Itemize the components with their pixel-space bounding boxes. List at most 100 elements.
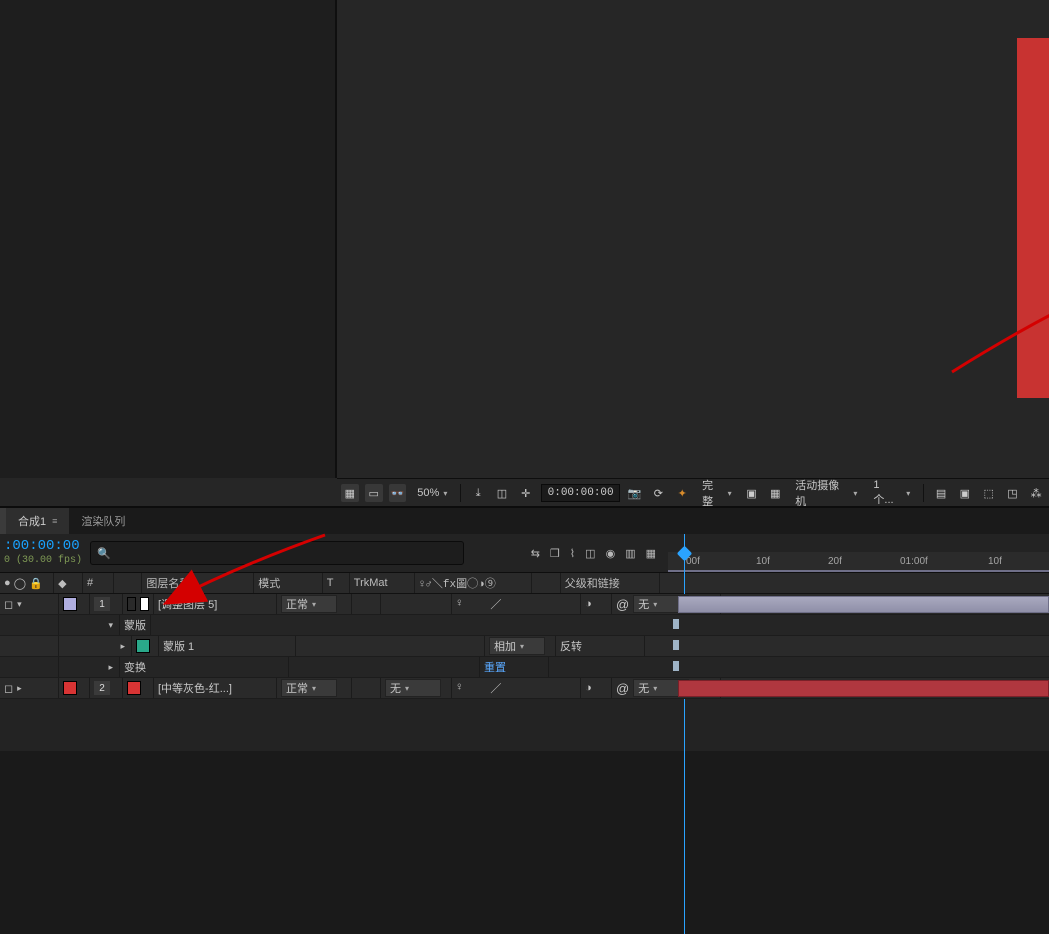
comp-flowchart-icon[interactable]: ⇆ bbox=[531, 547, 540, 560]
draft3d-icon[interactable]: ❒ bbox=[550, 547, 560, 560]
inherit-icon[interactable]: ◑ bbox=[585, 598, 592, 610]
mask-visibility-icon[interactable]: 👓 bbox=[389, 484, 407, 502]
mask-invert-label[interactable]: 反转 bbox=[560, 638, 582, 654]
ruler-tick: 01:00f bbox=[900, 556, 928, 567]
pixel-aspect-icon[interactable]: ▤ bbox=[932, 484, 950, 502]
fast-draft-icon[interactable]: ▣ bbox=[956, 484, 974, 502]
label-color[interactable] bbox=[63, 597, 77, 611]
reset-link[interactable]: 重置 bbox=[484, 659, 506, 675]
layer-index: 2 bbox=[94, 681, 110, 695]
time-ruler[interactable]: 00f 10f 20f 01:00f 10f bbox=[668, 552, 1049, 572]
switch-shy[interactable]: ♀ bbox=[456, 598, 463, 610]
camera-dropdown[interactable]: 活动摄像机 ▾ bbox=[790, 482, 862, 504]
time-ruler-area[interactable]: 00f 10f 20f 01:00f 10f bbox=[668, 534, 1049, 572]
twirl-icon[interactable]: ▸ bbox=[108, 662, 113, 673]
views-value: 1 个... bbox=[873, 479, 902, 507]
ruler-tick: 20f bbox=[828, 556, 842, 567]
composition-canvas[interactable] bbox=[337, 0, 1049, 478]
col-av-toggles[interactable]: ● ◯ 🔒 bbox=[0, 573, 54, 593]
tab-render-queue[interactable]: 渲染队列 bbox=[69, 508, 137, 534]
show-channel-icon[interactable]: ⟳ bbox=[650, 484, 668, 502]
grid-icon[interactable]: ✛ bbox=[517, 484, 535, 502]
twirl-icon[interactable]: ▾ bbox=[108, 620, 113, 631]
graph-editor-icon[interactable]: ▥ bbox=[625, 547, 635, 560]
pickwhip-icon[interactable]: @ bbox=[616, 597, 629, 612]
col-layer-name[interactable]: 图层名称 bbox=[142, 573, 254, 593]
layer-duration-bar[interactable] bbox=[678, 596, 1049, 613]
3d-ground-icon[interactable]: ⬚ bbox=[980, 484, 998, 502]
search-input[interactable] bbox=[117, 545, 457, 562]
col-t[interactable]: T bbox=[323, 573, 350, 593]
blend-mode-dropdown[interactable]: 正常▾ bbox=[281, 679, 337, 697]
layer-row[interactable]: ◻▾ 1 [调整图层 5] 正常▾ ♀ ／ ◑ @ 无▾ bbox=[0, 594, 1049, 615]
visibility-toggle[interactable]: ◻ bbox=[4, 598, 13, 611]
layer-duration-bar[interactable] bbox=[678, 680, 1049, 697]
keyframe-markerbar[interactable] bbox=[673, 661, 679, 671]
camera-value: 活动摄像机 bbox=[795, 477, 849, 509]
tab-menu-icon[interactable]: ≡ bbox=[52, 516, 57, 526]
zoom-value: 50% bbox=[417, 487, 439, 499]
keyframe-markerbar[interactable] bbox=[673, 640, 679, 650]
resolution-down-icon[interactable]: ⤓ bbox=[469, 484, 487, 502]
exposure-icon[interactable]: ⁂ bbox=[1027, 484, 1045, 502]
layer-name[interactable]: [调整图层 5] bbox=[158, 596, 217, 612]
work-area-bar[interactable] bbox=[668, 570, 1049, 572]
layer-row[interactable]: ◻▸ 2 [中等灰色-红...] 正常▾ 无▾ ♀ ／ ◑ @ 无▾ bbox=[0, 678, 1049, 699]
preview-timecode[interactable]: 0:00:00:00 bbox=[541, 484, 620, 502]
layer-track[interactable] bbox=[660, 678, 1049, 698]
resolution-dropdown[interactable]: 完整 ▾ bbox=[697, 482, 737, 504]
frame-blend-icon[interactable]: ◫ bbox=[585, 547, 595, 560]
tab-render-label: 渲染队列 bbox=[81, 513, 125, 529]
current-timecode[interactable]: :00:00:00 bbox=[4, 539, 82, 553]
mask-color-swatch[interactable] bbox=[136, 639, 150, 653]
property-group-row[interactable]: ▸ 变换 重置 bbox=[0, 657, 1049, 678]
fast-preview-icon[interactable]: ▣ bbox=[743, 484, 761, 502]
zoom-dropdown[interactable]: 50% ▾ bbox=[412, 482, 452, 504]
switch-collapse[interactable]: ／ bbox=[490, 680, 501, 696]
mask-row[interactable]: ▸ 蒙版 1 相加▾ 反转 bbox=[0, 636, 1049, 657]
visibility-toggle[interactable]: ◻ bbox=[4, 682, 13, 695]
layer-name[interactable]: [中等灰色-红...] bbox=[158, 680, 232, 696]
mask-mode-dropdown[interactable]: 相加▾ bbox=[489, 637, 545, 655]
label-color[interactable] bbox=[63, 681, 77, 695]
view-layout-dropdown[interactable]: 1 个... ▾ bbox=[868, 482, 915, 504]
chevron-down-icon: ▾ bbox=[728, 489, 732, 498]
col-parent[interactable]: 父级和链接 bbox=[561, 573, 660, 593]
timeline-icon[interactable]: ▦ bbox=[766, 484, 784, 502]
col-trkmat[interactable]: TrkMat bbox=[350, 573, 415, 593]
keyframe-markerbar[interactable] bbox=[673, 619, 679, 629]
pickwhip-icon[interactable]: @ bbox=[616, 681, 629, 696]
col-switches[interactable]: ♀♂＼fx圖◯◑⑨ bbox=[415, 573, 532, 593]
toggle-transparency-icon[interactable]: ▭ bbox=[365, 484, 383, 502]
shy-icon[interactable]: ⌇ bbox=[570, 547, 575, 560]
mask-name[interactable]: 蒙版 1 bbox=[163, 638, 194, 654]
switch-collapse[interactable]: ／ bbox=[490, 596, 501, 612]
property-group-row[interactable]: ▾ 蒙版 bbox=[0, 615, 1049, 636]
col-mode[interactable]: 模式 bbox=[254, 573, 323, 593]
twirl-icon[interactable]: ▸ bbox=[17, 683, 22, 694]
motion-blur-icon[interactable]: ◉ bbox=[606, 547, 616, 560]
inherit-icon[interactable]: ◑ bbox=[585, 682, 592, 694]
renderer-icon[interactable]: ◳ bbox=[1004, 484, 1022, 502]
col-label[interactable]: ◆ bbox=[54, 573, 83, 593]
roi-icon[interactable]: ◫ bbox=[493, 484, 511, 502]
magnify-ratio-icon[interactable]: ▦ bbox=[341, 484, 359, 502]
ruler-tick: 10f bbox=[756, 556, 770, 567]
color-mgmt-icon[interactable]: ✦ bbox=[673, 484, 691, 502]
red-solid-layer[interactable] bbox=[1017, 38, 1049, 398]
twirl-icon[interactable]: ▾ bbox=[17, 599, 22, 610]
blend-mode-dropdown[interactable]: 正常▾ bbox=[281, 595, 337, 613]
tab-composition[interactable]: 合成1 ≡ bbox=[6, 508, 69, 534]
layer-track[interactable] bbox=[660, 594, 1049, 614]
composition-viewer: ▦ ▭ 👓 50% ▾ ⤓ ◫ ✛ 0:00:00:00 📷 ⟳ ✦ 完整 ▾ … bbox=[0, 0, 1049, 506]
brainstorm-icon[interactable]: ▦ bbox=[646, 547, 656, 560]
switch-shy[interactable]: ♀ bbox=[456, 682, 463, 694]
twirl-icon[interactable]: ▸ bbox=[120, 641, 125, 652]
source-swatch bbox=[127, 681, 141, 695]
group-label: 蒙版 bbox=[124, 617, 146, 633]
snapshot-icon[interactable]: 📷 bbox=[626, 484, 644, 502]
layer-rows: ◻▾ 1 [调整图层 5] 正常▾ ♀ ／ ◑ @ 无▾ ▾ bbox=[0, 594, 1049, 699]
col-index[interactable]: # bbox=[83, 573, 114, 593]
layer-search[interactable]: 🔍 bbox=[90, 541, 464, 565]
trkmat-dropdown[interactable]: 无▾ bbox=[385, 679, 441, 697]
